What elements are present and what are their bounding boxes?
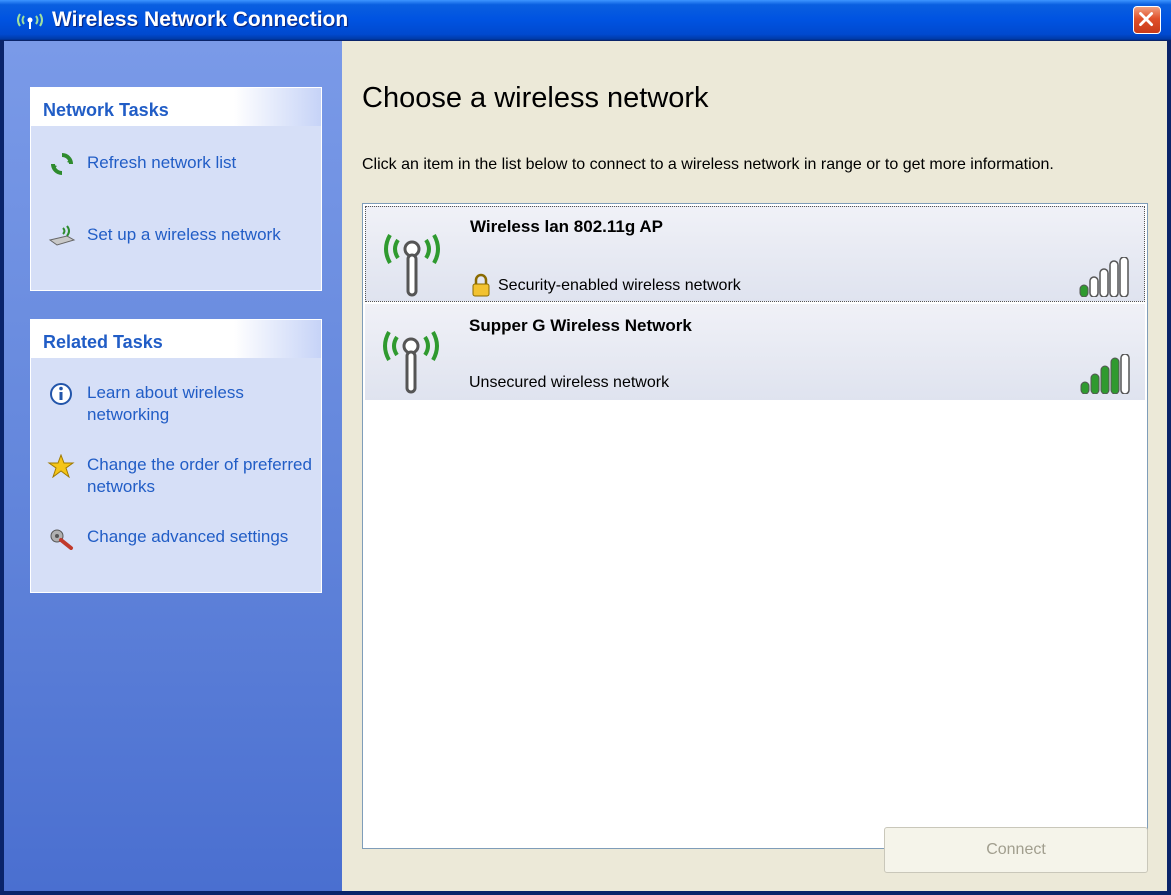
window: Wireless Network Connection Network Task… <box>0 0 1171 895</box>
setup-wireless-network-label: Set up a wireless network <box>87 225 281 244</box>
network-name: Supper G Wireless Network <box>469 316 692 335</box>
task-sidebar: Network Tasks Refresh network list Set u… <box>4 41 342 891</box>
close-icon <box>1139 12 1154 27</box>
lock-icon <box>472 273 490 297</box>
star-icon <box>47 454 75 478</box>
wireless-network-icon <box>383 331 439 394</box>
window-title: Wireless Network Connection <box>52 8 349 31</box>
change-advanced-settings-label: Change advanced settings <box>87 527 289 546</box>
change-advanced-settings-link[interactable]: Change advanced settings <box>43 526 313 574</box>
network-item-supper-g[interactable]: Supper G Wireless Network Unsecured wire… <box>365 304 1145 400</box>
setup-wireless-icon <box>48 225 76 246</box>
related-tasks-panel: Related Tasks Learn about wireless netwo… <box>30 319 322 593</box>
page-description: Click an item in the list below to conne… <box>362 156 1054 173</box>
wireless-icon <box>17 13 43 29</box>
network-status: Unsecured wireless network <box>469 374 670 391</box>
info-icon <box>50 383 72 405</box>
related-tasks-header: Related Tasks <box>31 320 321 358</box>
learn-wireless-link[interactable]: Learn about wireless networking <box>43 382 313 430</box>
change-preferred-order-link[interactable]: Change the order of preferred networks <box>43 454 313 502</box>
setup-wireless-network-link[interactable]: Set up a wireless network <box>43 224 313 254</box>
close-button[interactable] <box>1133 6 1161 34</box>
network-item-wireless-lan[interactable]: Wireless lan 802.11g AP Security-enabled… <box>365 206 1145 302</box>
refresh-icon <box>51 153 73 175</box>
network-tasks-panel: Network Tasks Refresh network list Set u… <box>30 87 322 291</box>
signal-strength-icon <box>1079 257 1129 297</box>
refresh-network-list-label: Refresh network list <box>87 153 237 172</box>
main-content: Choose a wireless network Click an item … <box>342 41 1167 891</box>
network-status: Security-enabled wireless network <box>498 277 741 294</box>
network-list[interactable]: Wireless lan 802.11g AP Security-enabled… <box>362 203 1148 849</box>
change-preferred-order-label: Change the order of preferred networks <box>87 455 312 496</box>
title-bar[interactable]: Wireless Network Connection <box>0 0 1171 40</box>
network-tasks-header: Network Tasks <box>31 88 321 126</box>
learn-wireless-label: Learn about wireless networking <box>87 383 244 424</box>
refresh-network-list-link[interactable]: Refresh network list <box>43 152 313 182</box>
connect-button[interactable]: Connect <box>884 827 1148 873</box>
wireless-network-icon <box>384 234 440 297</box>
network-name: Wireless lan 802.11g AP <box>470 217 663 236</box>
signal-strength-icon <box>1080 354 1130 394</box>
page-title: Choose a wireless network <box>362 82 709 114</box>
settings-icon <box>50 529 73 550</box>
